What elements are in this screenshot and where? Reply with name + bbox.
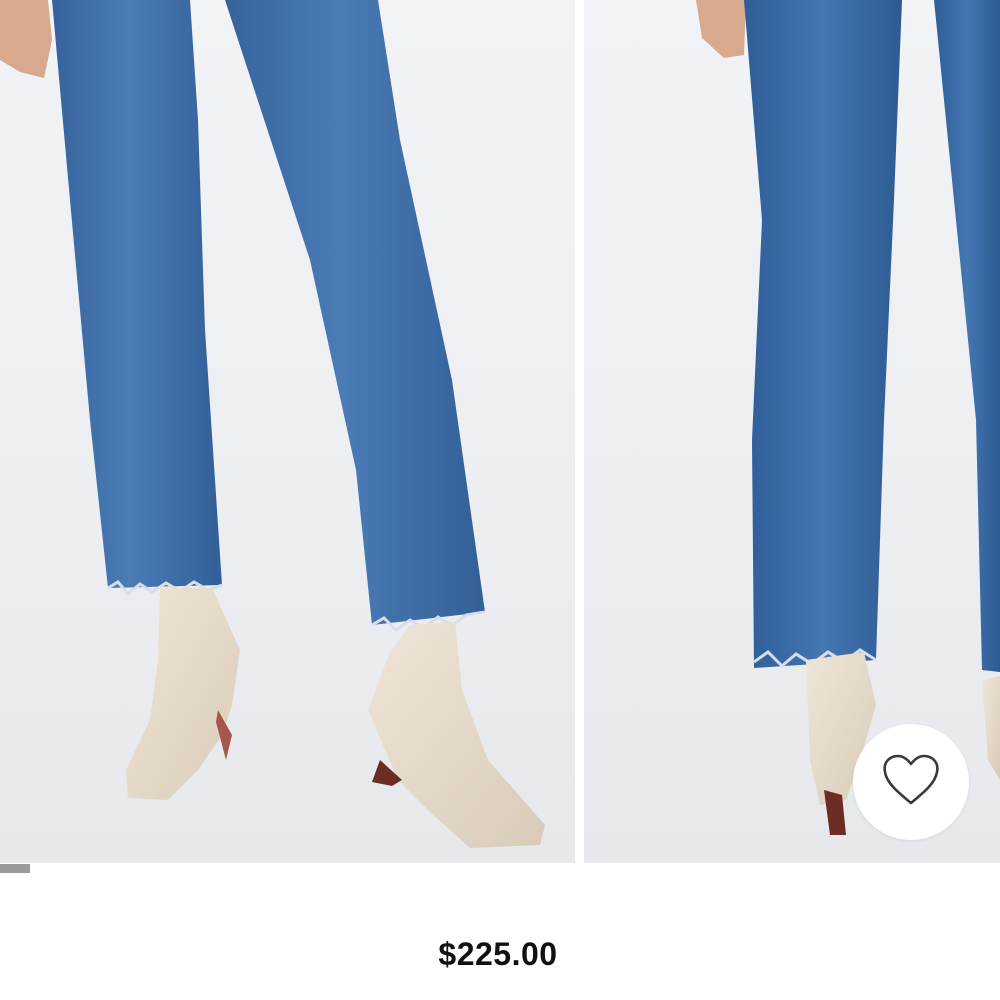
gallery-progress-track bbox=[0, 864, 1000, 873]
product-price: $225.00 bbox=[438, 936, 558, 972]
gallery-progress-indicator bbox=[0, 864, 30, 873]
heart-outline-icon bbox=[881, 753, 941, 812]
favorite-button[interactable] bbox=[853, 724, 969, 840]
product-image-front[interactable] bbox=[0, 0, 575, 863]
product-image-gallery[interactable] bbox=[0, 0, 1000, 863]
